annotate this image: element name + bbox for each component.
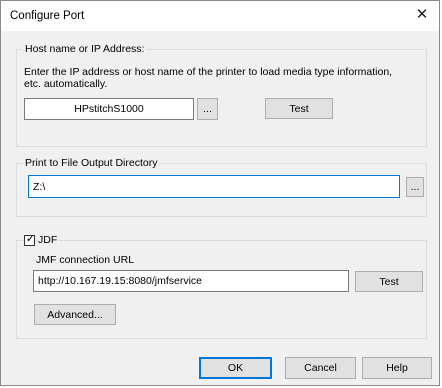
- close-icon[interactable]: ✕: [413, 6, 431, 24]
- host-test-button[interactable]: Test: [265, 98, 333, 119]
- jdf-checkbox[interactable]: ✓: [24, 233, 36, 246]
- jmf-url-input[interactable]: [33, 270, 349, 292]
- cancel-button[interactable]: Cancel: [285, 357, 356, 379]
- output-browse-button[interactable]: ...: [406, 177, 424, 197]
- ok-button[interactable]: OK: [199, 357, 272, 379]
- title-bar: Configure Port ✕: [1, 1, 439, 31]
- host-browse-button[interactable]: ...: [197, 98, 218, 120]
- host-description-line2: etc. automatically.: [24, 78, 108, 90]
- host-name-input[interactable]: [24, 98, 194, 120]
- host-name-legend: Host name or IP Address:: [23, 43, 147, 55]
- dialog-title: Configure Port: [10, 10, 85, 22]
- output-directory-legend: Print to File Output Directory: [23, 157, 160, 169]
- host-description-line1: Enter the IP address or host name of the…: [24, 66, 393, 78]
- jmf-url-label: JMF connection URL: [36, 254, 135, 266]
- help-button[interactable]: Help: [362, 357, 432, 379]
- output-directory-input[interactable]: [28, 175, 400, 198]
- advanced-button[interactable]: Advanced...: [34, 304, 116, 325]
- jdf-checkbox-label[interactable]: JDF: [38, 234, 60, 246]
- configure-port-dialog: Configure Port ✕ Host name or IP Address…: [0, 0, 440, 386]
- checkmark-icon: ✓: [25, 233, 36, 245]
- jmf-test-button[interactable]: Test: [355, 271, 423, 292]
